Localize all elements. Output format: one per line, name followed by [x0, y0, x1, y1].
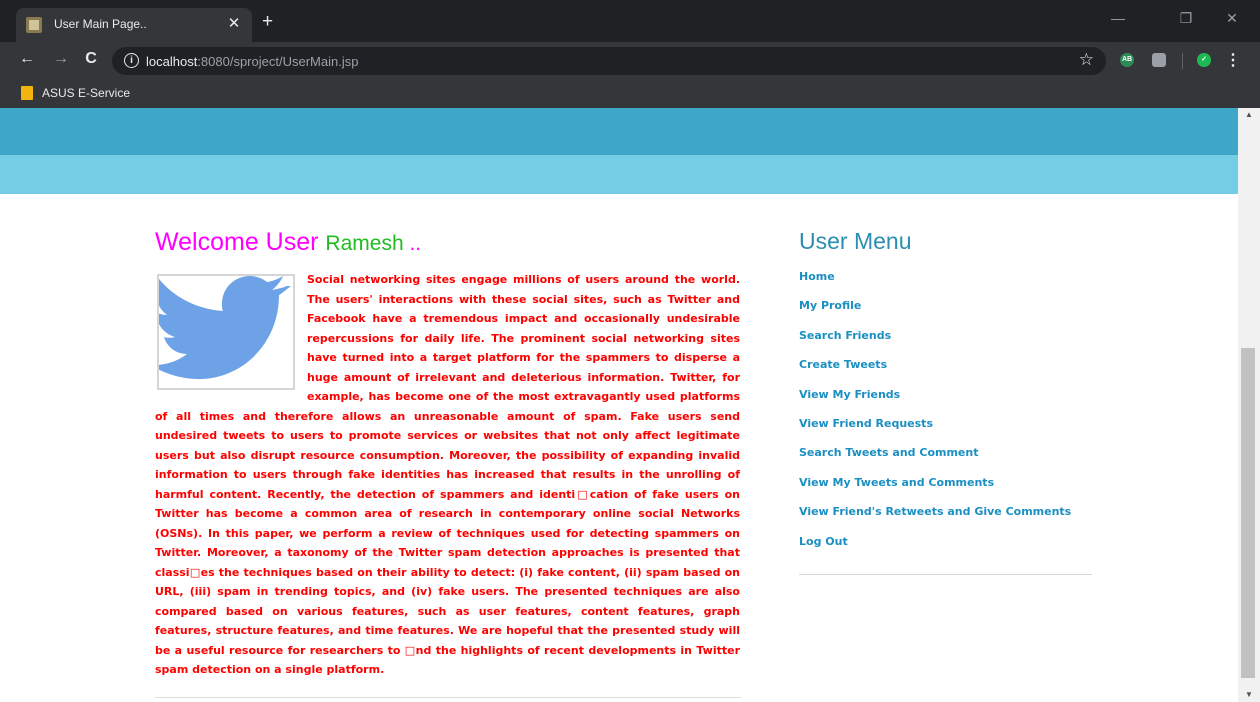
reload-icon[interactable]: C — [80, 50, 102, 68]
page-scrollbar[interactable]: ▲ ▼ — [1238, 108, 1260, 702]
bookmarks-bar: ASUS E-Service — [0, 78, 1260, 108]
tab-title: User Main Page.. — [54, 17, 147, 31]
back-arrow-icon[interactable]: ← — [16, 50, 38, 68]
site-info-icon[interactable]: i — [124, 53, 139, 68]
url-text: localhost:8080/sproject/UserMain.jsp — [146, 54, 359, 69]
menu-item-search-tweets-comment[interactable]: Search Tweets and Comment — [799, 444, 1071, 473]
shield-check-icon[interactable]: ✓ — [1197, 53, 1211, 67]
user-menu-title: User Menu — [799, 228, 912, 254]
minimize-icon[interactable]: — — [1098, 10, 1138, 26]
scroll-up-arrow-icon[interactable]: ▲ — [1238, 110, 1260, 119]
user-menu-list: Home My Profile Search Friends Create Tw… — [799, 268, 1071, 562]
header-band-bottom — [0, 155, 1238, 194]
menu-item-search-friends[interactable]: Search Friends — [799, 327, 1071, 356]
bookmark-asus-e-service[interactable]: ASUS E-Service — [42, 86, 130, 100]
forward-arrow-icon[interactable]: → — [50, 50, 72, 68]
menu-item-view-my-friends[interactable]: View My Friends — [799, 386, 1071, 415]
scrollbar-thumb[interactable] — [1241, 348, 1255, 678]
content-divider — [155, 697, 741, 698]
menu-item-home[interactable]: Home — [799, 268, 1071, 297]
drive-icon[interactable] — [1152, 53, 1166, 67]
bookmark-folder-icon — [21, 86, 33, 100]
page-favicon-icon — [26, 17, 42, 33]
toolbar-divider — [1182, 53, 1183, 69]
browser-toolbar: ← → C i localhost:8080/sproject/UserMain… — [0, 42, 1260, 78]
menu-divider — [799, 574, 1092, 575]
user-name: Ramesh — [325, 232, 404, 255]
header-band-top — [0, 108, 1238, 155]
menu-item-view-my-tweets-comments[interactable]: View My Tweets and Comments — [799, 474, 1071, 503]
menu-item-view-friends-retweets[interactable]: View Friend's Retweets and Give Comments — [799, 503, 1071, 532]
adblock-icon[interactable]: AB — [1120, 53, 1134, 67]
new-tab-icon[interactable]: + — [262, 12, 273, 31]
welcome-suffix: .. — [403, 232, 422, 255]
menu-item-create-tweets[interactable]: Create Tweets — [799, 356, 1071, 385]
window-close-icon[interactable]: ✕ — [1212, 10, 1252, 27]
browser-menu-icon[interactable]: ⋮ — [1222, 50, 1244, 70]
page-viewport: Welcome User Ramesh .. Social networking… — [0, 108, 1238, 702]
menu-item-log-out[interactable]: Log Out — [799, 533, 1071, 562]
restore-icon[interactable]: ❐ — [1166, 10, 1206, 27]
tab-close-icon[interactable]: ✕ — [224, 14, 244, 32]
welcome-heading: Welcome User Ramesh .. — [155, 228, 421, 257]
welcome-prefix: Welcome User — [155, 228, 326, 256]
scroll-down-arrow-icon[interactable]: ▼ — [1238, 690, 1260, 699]
browser-tab-strip: User Main Page.. ✕ + — ❐ ✕ — [0, 0, 1260, 42]
menu-item-view-friend-requests[interactable]: View Friend Requests — [799, 415, 1071, 444]
description-text: Social networking sites engage millions … — [155, 273, 740, 676]
bookmark-star-icon[interactable]: ☆ — [1079, 50, 1094, 70]
address-bar[interactable]: i localhost:8080/sproject/UserMain.jsp ☆ — [112, 47, 1106, 75]
browser-tab[interactable]: User Main Page.. ✕ — [16, 8, 252, 42]
menu-item-my-profile[interactable]: My Profile — [799, 297, 1071, 326]
